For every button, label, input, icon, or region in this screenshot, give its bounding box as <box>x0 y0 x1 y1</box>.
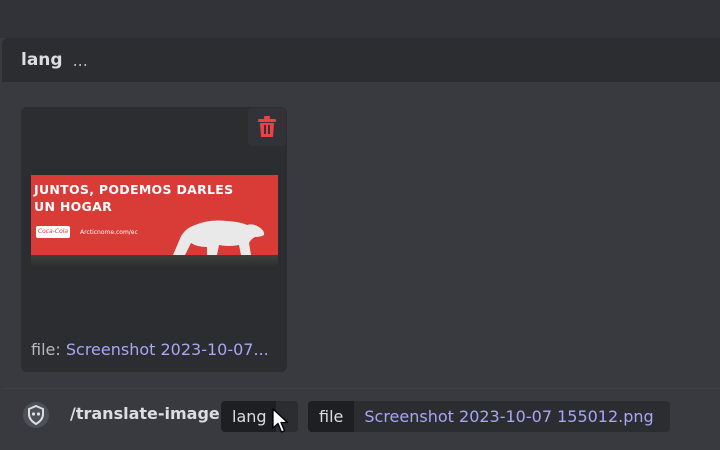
attachment-caption-filename: Screenshot 2023-10-07... <box>65 340 269 359</box>
option-pill-lang-label: lang <box>232 407 267 426</box>
option-pill-file-value: Screenshot 2023-10-07 155012.png <box>364 407 654 426</box>
option-pill-file[interactable]: file Screenshot 2023-10-07 155012.png <box>308 401 670 432</box>
billboard-image: JUNTOS, PODEMOS DARLES UN HOGAR Coca-Col… <box>31 175 278 255</box>
attachment-preview-image[interactable]: JUNTOS, PODEMOS DARLES UN HOGAR Coca-Col… <box>31 175 278 269</box>
mouse-cursor-icon <box>272 408 289 433</box>
delete-attachment-button[interactable] <box>248 108 286 146</box>
billboard-headline-line1: JUNTOS, PODEMOS DARLES <box>34 182 234 197</box>
option-header: lang ... <box>2 38 720 82</box>
billboard-logo: Coca-Cola <box>36 226 70 238</box>
chat-scroll-area <box>0 0 720 38</box>
billboard-headline: JUNTOS, PODEMOS DARLES UN HOGAR <box>34 181 233 215</box>
command-name: /translate-image <box>70 404 220 423</box>
billboard-url: Arcticnome.com/ec <box>80 229 138 236</box>
street-foreground <box>31 255 278 269</box>
bot-shield-icon <box>23 402 49 428</box>
option-description: ... <box>72 50 88 70</box>
attachment-caption-label: file: <box>31 340 61 359</box>
option-pill-file-label: file <box>308 401 355 432</box>
option-name: lang <box>21 50 63 70</box>
attachment-caption: file: Screenshot 2023-10-07... <box>31 340 281 359</box>
trash-icon <box>258 116 276 137</box>
polar-bear-icon <box>173 220 265 255</box>
